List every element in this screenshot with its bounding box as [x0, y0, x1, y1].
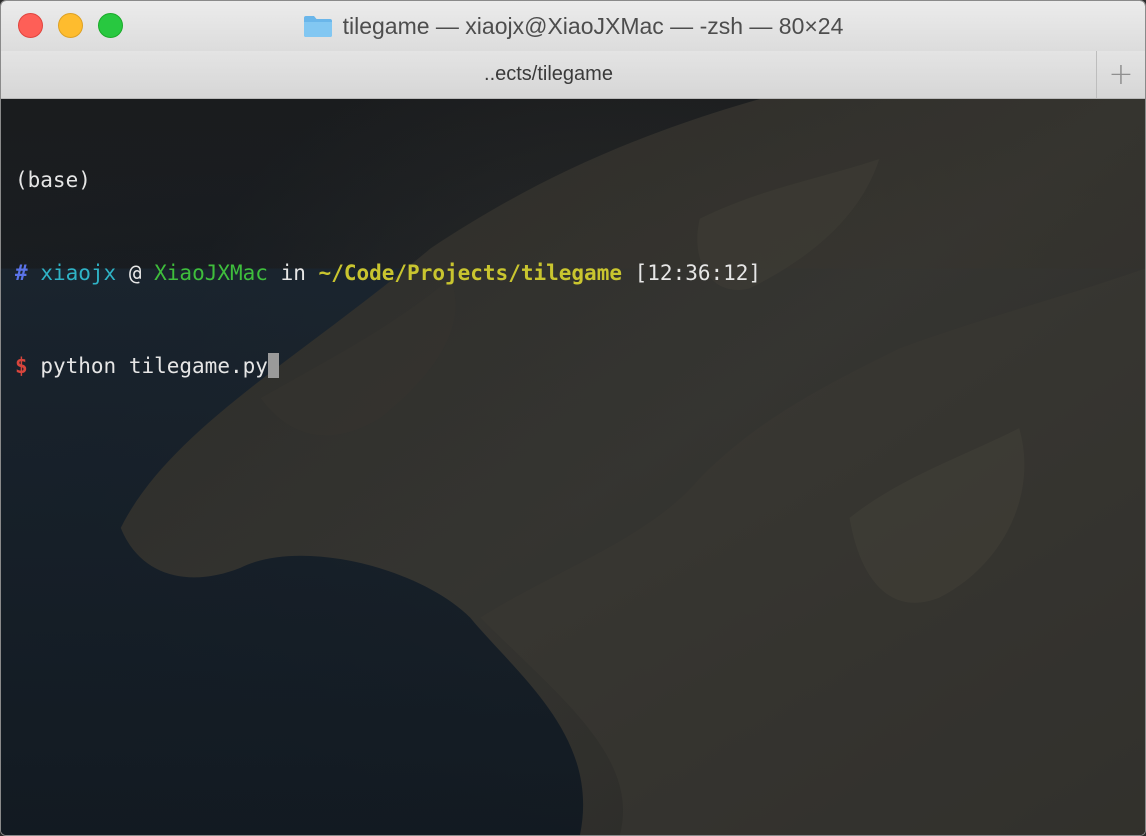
terminal-window: tilegame — xiaojx@XiaoJXMac — -zsh — 80×…	[0, 0, 1146, 836]
tab-tilegame[interactable]: ..ects/tilegame	[1, 51, 1097, 98]
folder-icon	[303, 14, 333, 38]
prompt-host: XiaoJXMac	[154, 261, 268, 285]
terminal-output: (base) # xiaojx @ XiaoJXMac in ~/Code/Pr…	[15, 103, 761, 444]
prompt-path: ~/Code/Projects/tilegame	[318, 261, 622, 285]
window-title-group: tilegame — xiaojx@XiaoJXMac — -zsh — 80×…	[1, 1, 1145, 51]
prompt-user: xiaojx	[40, 261, 117, 285]
command-text: python tilegame.py	[40, 354, 268, 378]
prompt-time: [12:36:12]	[634, 261, 762, 285]
terminal-content[interactable]: (base) # xiaojx @ XiaoJXMac in ~/Code/Pr…	[1, 99, 1145, 835]
text-cursor	[267, 353, 279, 378]
conda-env-label: (base)	[15, 168, 91, 192]
prompt-dollar: $	[15, 354, 28, 378]
env-line: (base)	[15, 165, 761, 196]
title-bar[interactable]: tilegame — xiaojx@XiaoJXMac — -zsh — 80×…	[1, 1, 1145, 52]
prompt-line: # xiaojx @ XiaoJXMac in ~/Code/Projects/…	[15, 258, 761, 289]
window-title: tilegame — xiaojx@XiaoJXMac — -zsh — 80×…	[342, 12, 844, 39]
prompt-at: @	[128, 261, 142, 285]
prompt-hash: #	[15, 261, 28, 285]
tab-bar: ..ects/tilegame +	[1, 51, 1145, 99]
new-tab-button[interactable]: +	[1097, 51, 1145, 98]
prompt-in: in	[280, 261, 306, 285]
command-line[interactable]: $ python tilegame.py	[15, 351, 761, 382]
